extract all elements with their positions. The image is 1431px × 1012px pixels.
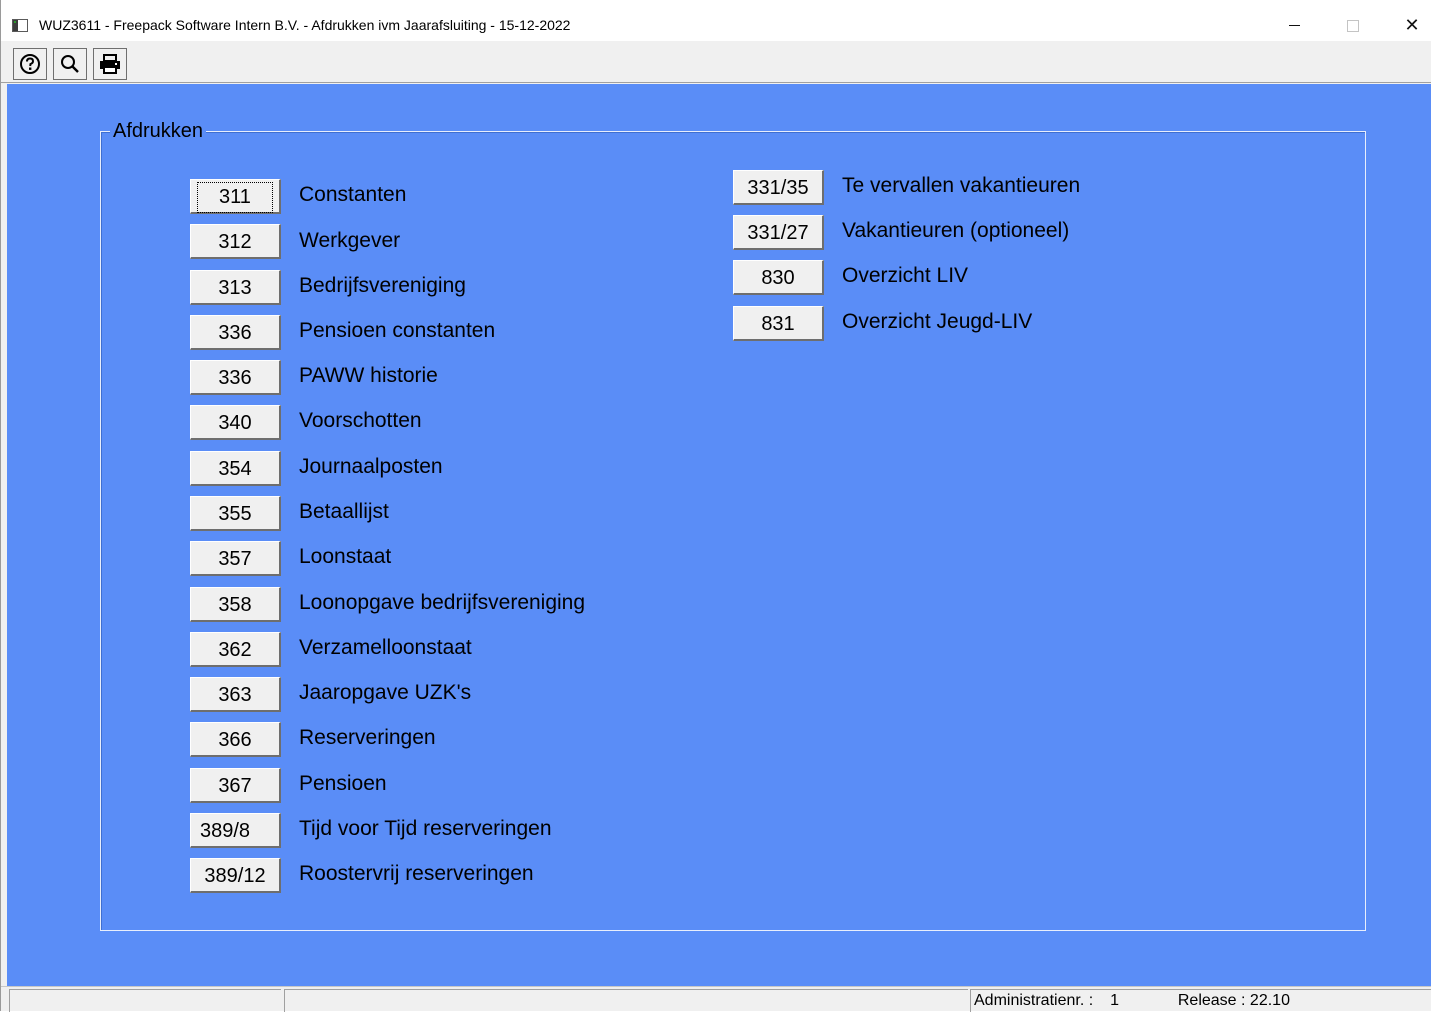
item-label-vakantieuren-optioneel: Vakantieuren (optioneel)	[842, 219, 1070, 242]
maximize-icon	[1347, 19, 1359, 32]
close-icon: ✕	[1404, 15, 1420, 35]
item-label-paww-historie: PAWW historie	[299, 364, 438, 387]
print-button-831[interactable]: 831	[733, 306, 824, 341]
button-label: 366	[218, 729, 252, 751]
status-panel-1	[9, 989, 281, 1012]
window-title: WUZ3611 - Freepack Software Intern B.V. …	[39, 17, 571, 33]
button-label: 313	[218, 277, 252, 299]
item-label-roostervrij: Roostervrij reserveringen	[299, 862, 534, 885]
help-button[interactable]	[13, 48, 47, 80]
button-label: 358	[218, 594, 252, 616]
main-panel: Afdrukken 311 Constanten 312 Werkgever 3…	[7, 84, 1431, 986]
print-button-313[interactable]: 313	[190, 270, 281, 305]
toolbar	[1, 41, 1431, 83]
print-button-362[interactable]: 362	[190, 632, 281, 667]
button-label: 389/12	[204, 865, 266, 887]
print-button-367[interactable]: 367	[190, 768, 281, 803]
admin-number-label: Administratienr. :	[974, 992, 1094, 1009]
item-label-overzicht-jeugd-liv: Overzicht Jeugd-LIV	[842, 310, 1033, 333]
button-label: 362	[218, 639, 252, 661]
item-label-loonopgave: Loonopgave bedrijfsvereniging	[299, 591, 586, 614]
item-label-pensioen-constanten: Pensioen constanten	[299, 319, 496, 342]
button-label: 357	[218, 548, 252, 570]
minimize-icon	[1288, 25, 1300, 26]
app-icon[interactable]	[12, 19, 28, 32]
item-label-reserveringen: Reserveringen	[299, 726, 436, 749]
button-label: 354	[218, 458, 252, 480]
item-label-overzicht-liv: Overzicht LIV	[842, 264, 969, 287]
print-button-311[interactable]: 311	[190, 179, 281, 214]
item-label-loonstaat: Loonstaat	[299, 545, 392, 568]
item-label-bedrijfsvereniging: Bedrijfsvereniging	[299, 274, 466, 297]
button-label: 340	[218, 412, 252, 434]
print-groupbox	[100, 131, 1366, 931]
button-label: 389/8	[200, 820, 251, 842]
status-panel-2	[284, 989, 968, 1012]
button-label: 367	[218, 775, 252, 797]
print-button-340[interactable]: 340	[190, 405, 281, 440]
print-button[interactable]	[93, 48, 127, 80]
search-button[interactable]	[53, 48, 87, 80]
admin-number-value: 1	[1110, 992, 1119, 1009]
print-button-366[interactable]: 366	[190, 722, 281, 757]
print-button-355[interactable]: 355	[190, 496, 281, 531]
button-label: 355	[218, 503, 252, 525]
help-circle-icon	[20, 54, 40, 74]
print-button-336-paww[interactable]: 336	[190, 360, 281, 395]
item-label-tijd-voor-tijd: Tijd voor Tijd reserveringen	[299, 817, 552, 840]
button-label: 331/35	[747, 177, 809, 199]
item-label-werkgever: Werkgever	[299, 229, 401, 252]
print-button-331-35[interactable]: 331/35	[733, 170, 824, 205]
item-label-verzamelloonstaat: Verzamelloonstaat	[299, 636, 472, 659]
release-value: 22.10	[1249, 992, 1290, 1009]
maximize-button[interactable]	[1330, 10, 1376, 41]
button-label: 830	[761, 267, 795, 289]
button-label: 336	[218, 322, 252, 344]
magnifier-icon	[61, 55, 79, 73]
status-bar: Administratienr. : 1 Release : 22.10	[1, 986, 1431, 1012]
button-label: 831	[761, 313, 795, 335]
print-button-336-pensioen[interactable]: 336	[190, 315, 281, 350]
item-label-te-vervallen-vakantieuren: Te vervallen vakantieuren	[842, 174, 1081, 197]
item-label-jaaropgave: Jaaropgave UZK's	[299, 681, 472, 704]
print-button-389-12[interactable]: 389/12	[190, 858, 281, 893]
button-label: 312	[218, 231, 252, 253]
printer-icon	[100, 54, 120, 74]
button-label: 363	[218, 684, 252, 706]
print-button-358[interactable]: 358	[190, 587, 281, 622]
print-button-331-27[interactable]: 331/27	[733, 215, 824, 250]
groupbox-title: Afdrukken	[110, 120, 207, 142]
title-bar: WUZ3611 - Freepack Software Intern B.V. …	[1, 0, 1431, 41]
button-label: 336	[218, 367, 252, 389]
print-button-357[interactable]: 357	[190, 541, 281, 576]
button-label: 311	[197, 182, 273, 213]
button-label: 331/27	[747, 222, 809, 244]
print-button-354[interactable]: 354	[190, 451, 281, 486]
application-window: WUZ3611 - Freepack Software Intern B.V. …	[0, 0, 1431, 1012]
item-label-betaallijst: Betaallijst	[299, 500, 389, 523]
close-button[interactable]: ✕	[1389, 10, 1431, 41]
print-button-312[interactable]: 312	[190, 224, 281, 259]
status-panel-info: Administratienr. : 1 Release : 22.10	[970, 989, 1431, 1012]
release-label: Release :	[1177, 992, 1246, 1009]
item-label-pensioen: Pensioen	[299, 772, 387, 795]
item-label-constanten: Constanten	[299, 183, 407, 206]
item-label-journaalposten: Journaalposten	[299, 455, 443, 478]
print-button-363[interactable]: 363	[190, 677, 281, 712]
item-label-voorschotten: Voorschotten	[299, 409, 422, 432]
minimize-button[interactable]	[1271, 10, 1317, 41]
print-button-389-8[interactable]: 389/8	[190, 813, 281, 848]
print-button-830[interactable]: 830	[733, 260, 824, 295]
